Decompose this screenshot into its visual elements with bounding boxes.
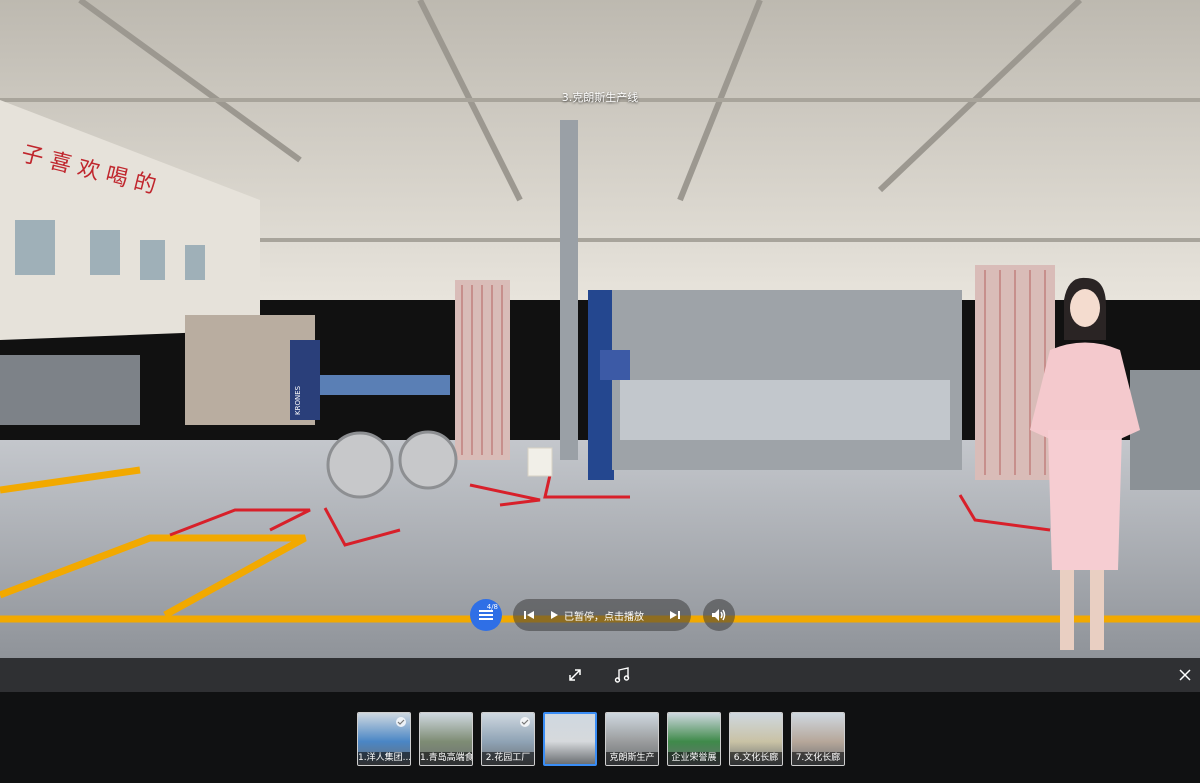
thumbnail-label: 1.洋人集团... <box>358 752 410 765</box>
scene-thumbnail[interactable]: 1.洋人集团... <box>357 712 411 766</box>
close-button[interactable] <box>1176 666 1194 684</box>
scene-thumbnail[interactable]: 6.文化长廊 <box>729 712 783 766</box>
machine-brand: KRONES <box>294 385 302 415</box>
music-note-icon <box>614 667 630 683</box>
scene-list-button[interactable]: 4/8 <box>470 599 502 631</box>
scene-count: 4/8 <box>486 603 498 611</box>
player-status: 已暂停，点击播放 <box>564 611 644 623</box>
thumbnail-label: 6.文化长廊 <box>730 752 782 765</box>
previous-icon[interactable] <box>523 609 535 621</box>
thumbnail-label: 7.文化长廊 <box>792 752 844 765</box>
sound-button[interactable] <box>703 599 735 631</box>
thumbnail-list: 1.洋人集团... 1.青岛高端食 2.花园工厂 克朗斯生产 企业荣誉展 6.文化长廊 7.… <box>357 712 845 766</box>
audio-player: 已暂停，点击播放 <box>513 599 691 631</box>
thumbnail-label: 企业荣誉展 <box>668 752 720 765</box>
check-icon <box>396 717 406 727</box>
thumbnail-label: 1.青岛高端食 <box>420 752 472 765</box>
scene-thumbnail-bar: 1.洋人集团... 1.青岛高端食 2.花园工厂 克朗斯生产 企业荣誉展 6.文化长廊 7.… <box>0 692 1200 783</box>
scene-thumbnail[interactable]: 1.青岛高端食 <box>419 712 473 766</box>
check-icon <box>520 717 530 727</box>
scene-thumbnail[interactable]: 2.花园工厂 <box>481 712 535 766</box>
scene-thumbnail[interactable]: 7.文化长廊 <box>791 712 845 766</box>
next-icon[interactable] <box>669 609 681 621</box>
toolbar <box>0 658 1200 692</box>
speaker-icon <box>712 609 726 621</box>
scene-thumbnail[interactable]: 克朗斯生产 <box>605 712 659 766</box>
music-button[interactable] <box>613 666 631 684</box>
scene-thumbnail[interactable] <box>543 712 597 766</box>
fullscreen-button[interactable] <box>566 666 584 684</box>
thumbnail-image <box>545 714 595 764</box>
thumbnail-label: 克朗斯生产 <box>606 752 658 765</box>
close-icon <box>1179 669 1191 681</box>
expand-icon <box>569 669 581 681</box>
play-toggle[interactable]: 已暂停，点击播放 <box>535 608 669 623</box>
thumbnail-label: 2.花园工厂 <box>482 752 534 765</box>
scene-title: 3.克朗斯生产线 <box>561 91 639 104</box>
play-icon <box>551 611 558 619</box>
panorama-view[interactable]: 子 喜 欢 喝 的 KRONES 3.克朗斯生产线 4/8 已暂停，点击播放 <box>0 0 1200 658</box>
scene-thumbnail[interactable]: 企业荣誉展 <box>667 712 721 766</box>
